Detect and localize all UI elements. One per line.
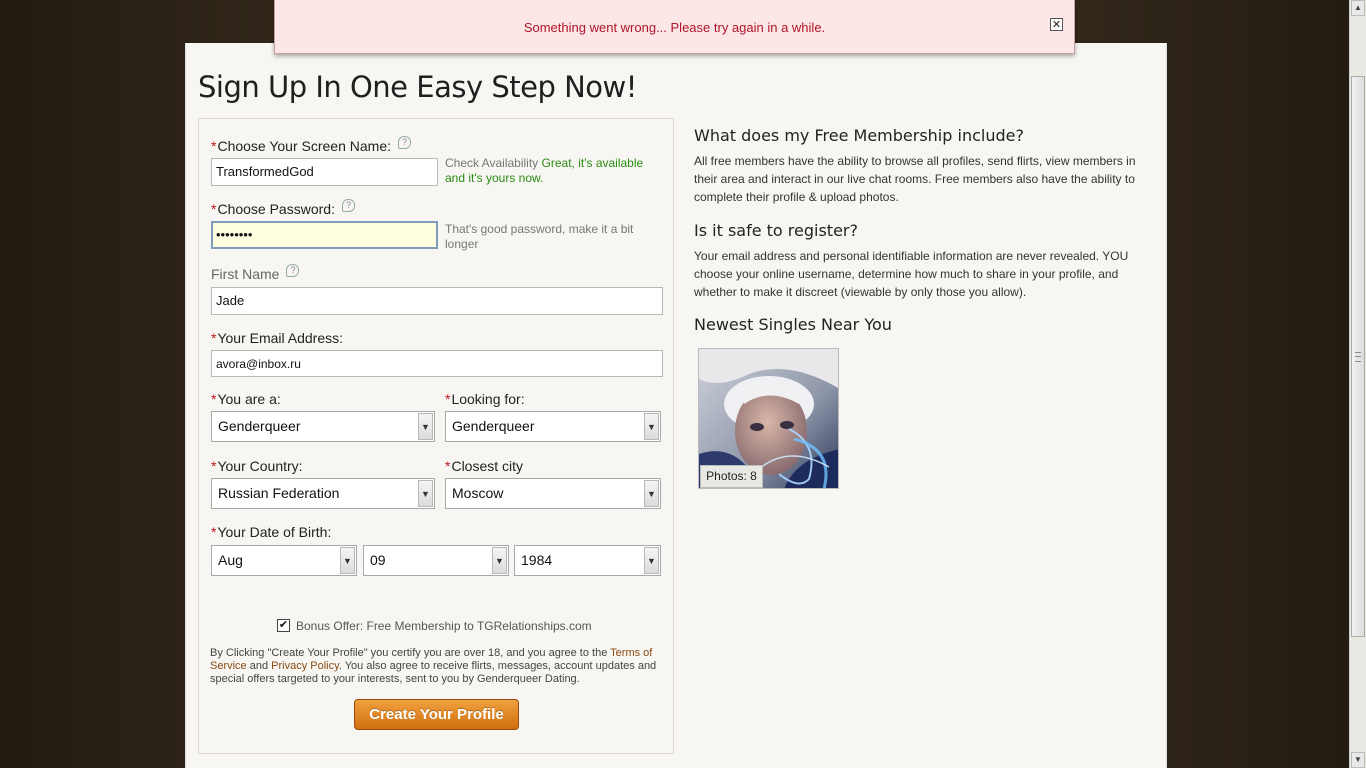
email-input[interactable]: avora@inbox.ru	[211, 350, 663, 377]
country-select[interactable]: Russian Federation ▼	[211, 478, 435, 509]
chevron-down-icon[interactable]: ▼	[644, 413, 659, 440]
chevron-down-icon[interactable]: ▼	[418, 413, 433, 440]
required-marker: *	[211, 138, 217, 154]
looking-for-label: *Looking for:	[445, 391, 525, 407]
required-marker: *	[445, 391, 451, 407]
safety-text: Your email address and personal identifi…	[694, 249, 1129, 299]
scrollbar-thumb[interactable]	[1351, 76, 1365, 637]
city-select[interactable]: Moscow ▼	[445, 478, 661, 509]
password-label: *Choose Password:?	[211, 199, 355, 217]
country-label: *Your Country:	[211, 458, 303, 474]
bonus-offer-checkbox[interactable]: ✔	[277, 619, 290, 632]
required-marker: *	[211, 391, 217, 407]
city-label: *Closest city	[445, 458, 524, 474]
error-alert: Something went wrong... Please try again…	[274, 0, 1075, 54]
screen-name-input[interactable]: TransformedGod	[211, 158, 438, 186]
looking-for-select[interactable]: Genderqueer ▼	[445, 411, 661, 442]
check-availability-link[interactable]: Check Availability	[445, 156, 538, 170]
required-marker: *	[211, 330, 217, 346]
dob-month-select[interactable]: Aug ▼	[211, 545, 357, 576]
help-icon[interactable]: ?	[286, 264, 300, 277]
page-scrollbar[interactable]: ▲ ▼	[1349, 0, 1366, 768]
dob-day-select[interactable]: 09 ▼	[363, 545, 509, 576]
gender-selected-value: Genderqueer	[218, 418, 301, 434]
membership-heading: What does my Free Membership include?	[694, 126, 1024, 145]
availability-status: Check Availability Great, it's available…	[445, 156, 660, 186]
chevron-down-icon[interactable]: ▼	[492, 547, 507, 574]
bonus-offer-label: Bonus Offer: Free Membership to TGRelati…	[296, 619, 592, 633]
first-name-label: First Name?	[211, 264, 300, 282]
page-title: Sign Up In One Easy Step Now!	[198, 70, 637, 104]
newest-singles-heading: Newest Singles Near You	[694, 315, 892, 334]
password-input[interactable]: ••••••••	[211, 221, 438, 249]
close-icon[interactable]: ✕	[1050, 18, 1063, 31]
dob-day-value: 09	[370, 552, 386, 568]
scroll-down-icon[interactable]: ▼	[1351, 752, 1365, 768]
chevron-down-icon[interactable]: ▼	[418, 480, 433, 507]
chevron-down-icon[interactable]: ▼	[340, 547, 355, 574]
create-profile-button[interactable]: Create Your Profile	[354, 699, 519, 730]
screen-name-label: *Choose Your Screen Name:?	[211, 136, 412, 154]
scroll-up-icon[interactable]: ▲	[1351, 0, 1365, 16]
country-selected-value: Russian Federation	[218, 485, 340, 501]
alert-message: Something went wrong... Please try again…	[523, 20, 826, 35]
required-marker: *	[211, 458, 217, 474]
membership-text: All free members have the ability to bro…	[694, 154, 1136, 204]
gender-select[interactable]: Genderqueer ▼	[211, 411, 435, 442]
password-strength-hint: That's good password, make it a bit long…	[445, 222, 634, 251]
help-icon[interactable]: ?	[398, 136, 412, 149]
required-marker: *	[211, 201, 217, 217]
email-label: *Your Email Address:	[211, 330, 344, 346]
dob-month-value: Aug	[218, 552, 243, 568]
help-icon[interactable]: ?	[341, 199, 355, 212]
chevron-down-icon[interactable]: ▼	[644, 547, 659, 574]
dob-year-value: 1984	[521, 552, 553, 568]
you-are-label: *You are a:	[211, 391, 281, 407]
chevron-down-icon[interactable]: ▼	[644, 480, 659, 507]
legal-text: By Clicking "Create Your Profile" you ce…	[210, 647, 657, 685]
first-name-input[interactable]: Jade	[211, 287, 663, 315]
dob-label: *Your Date of Birth:	[211, 524, 332, 540]
grip-icon	[1355, 352, 1361, 362]
required-marker: *	[445, 458, 451, 474]
photo-count-badge: Photos: 8	[700, 465, 763, 488]
required-marker: *	[211, 524, 217, 540]
city-selected-value: Moscow	[452, 485, 504, 501]
safety-heading: Is it safe to register?	[694, 221, 858, 240]
looking-for-selected-value: Genderqueer	[452, 418, 535, 434]
privacy-policy-link[interactable]: Privacy Policy	[271, 660, 339, 672]
dob-year-select[interactable]: 1984 ▼	[514, 545, 661, 576]
